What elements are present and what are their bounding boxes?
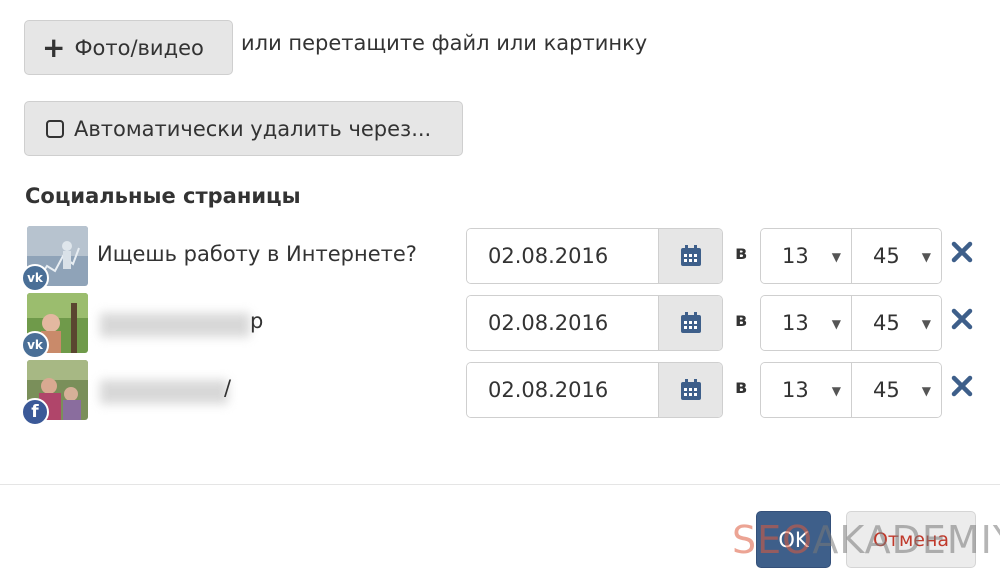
blurred-page-name xyxy=(100,313,250,337)
calendar-button[interactable] xyxy=(658,296,722,350)
social-page-row: vk Ищешь работу в Интернете? 02.08.2016 … xyxy=(0,226,1000,292)
chevron-down-icon: ▼ xyxy=(921,250,931,264)
page-name: Ищешь работу в Интернете? xyxy=(97,242,417,266)
hour-value: 13 xyxy=(782,378,809,402)
minute-select[interactable]: 45 ▼ xyxy=(851,296,941,350)
minute-select[interactable]: 45 ▼ xyxy=(851,363,941,417)
date-input[interactable]: 02.08.2016 xyxy=(467,363,658,417)
ok-button[interactable]: OK xyxy=(756,511,831,568)
date-input[interactable]: 02.08.2016 xyxy=(467,229,658,283)
chevron-down-icon: ▼ xyxy=(831,317,841,331)
page-name-tail: / xyxy=(224,376,232,400)
minute-value: 45 xyxy=(873,244,900,268)
facebook-icon: f xyxy=(21,398,49,426)
at-label: в xyxy=(735,309,748,331)
footer-divider xyxy=(0,484,1000,485)
date-picker: 02.08.2016 xyxy=(466,295,723,351)
calendar-button[interactable] xyxy=(658,229,722,283)
minute-value: 45 xyxy=(873,311,900,335)
close-icon[interactable] xyxy=(950,240,974,264)
hour-select[interactable]: 13 ▼ xyxy=(761,363,851,417)
time-picker: 13 ▼ 45 ▼ xyxy=(760,228,942,284)
close-icon[interactable] xyxy=(950,307,974,331)
date-picker: 02.08.2016 xyxy=(466,362,723,418)
drop-hint: или перетащите файл или картинку xyxy=(241,31,648,55)
minute-select[interactable]: 45 ▼ xyxy=(851,229,941,283)
social-pages-title: Социальные страницы xyxy=(25,184,301,208)
auto-delete-label: Автоматически удалить через... xyxy=(74,116,432,141)
chevron-down-icon: ▼ xyxy=(921,384,931,398)
auto-delete-button[interactable]: Автоматически удалить через... xyxy=(24,101,463,156)
hour-select[interactable]: 13 ▼ xyxy=(761,229,851,283)
hour-value: 13 xyxy=(782,311,809,335)
hour-value: 13 xyxy=(782,244,809,268)
checkbox-icon xyxy=(46,119,64,138)
cancel-button[interactable]: Отмена xyxy=(846,511,976,568)
at-label: в xyxy=(735,242,748,264)
minute-value: 45 xyxy=(873,378,900,402)
social-page-row: vk р 02.08.2016 в 13 ▼ 45 ▼ xyxy=(0,293,1000,359)
time-picker: 13 ▼ 45 ▼ xyxy=(760,362,942,418)
calendar-icon xyxy=(680,312,701,333)
photo-video-button[interactable]: + Фото/видео xyxy=(24,20,233,75)
social-page-row: f / 02.08.2016 в 13 ▼ 45 ▼ xyxy=(0,360,1000,426)
vk-icon: vk xyxy=(21,331,49,359)
photo-video-label: Фото/видео xyxy=(74,35,204,60)
time-picker: 13 ▼ 45 ▼ xyxy=(760,295,942,351)
calendar-icon xyxy=(680,379,701,400)
chevron-down-icon: ▼ xyxy=(921,317,931,331)
plus-icon: + xyxy=(42,30,66,64)
chevron-down-icon: ▼ xyxy=(831,250,841,264)
close-icon[interactable] xyxy=(950,374,974,398)
page-name-tail: р xyxy=(250,309,264,333)
chevron-down-icon: ▼ xyxy=(831,384,841,398)
date-input[interactable]: 02.08.2016 xyxy=(467,296,658,350)
at-label: в xyxy=(735,376,748,398)
calendar-button[interactable] xyxy=(658,363,722,417)
vk-icon: vk xyxy=(21,264,49,292)
calendar-icon xyxy=(680,245,701,266)
blurred-page-name xyxy=(100,380,228,404)
hour-select[interactable]: 13 ▼ xyxy=(761,296,851,350)
date-picker: 02.08.2016 xyxy=(466,228,723,284)
